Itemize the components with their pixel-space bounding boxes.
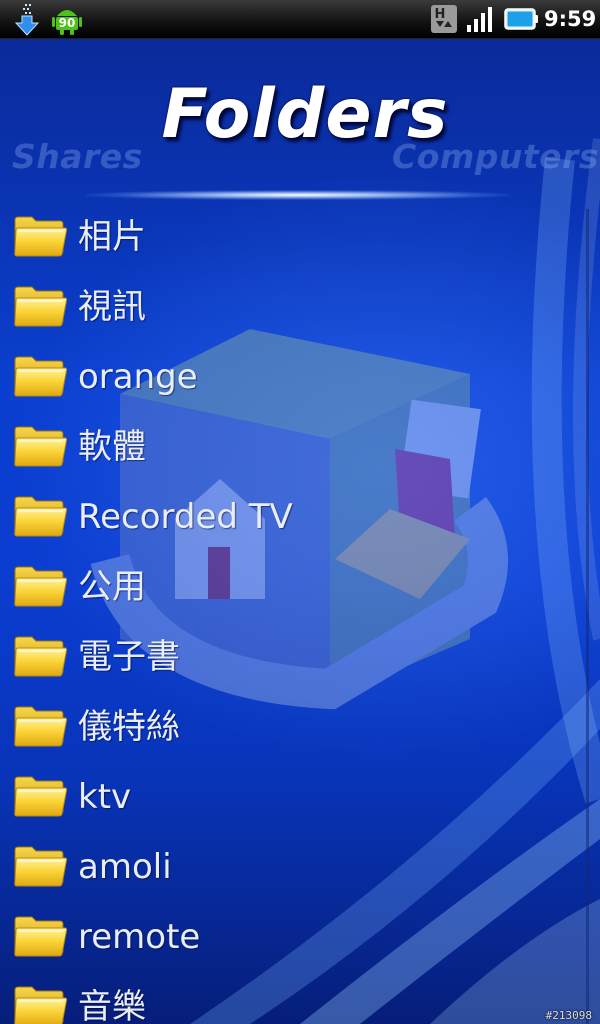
- signal-icon: [466, 0, 496, 38]
- folder-label: 公用: [78, 567, 146, 607]
- folder-icon: [14, 986, 68, 1024]
- folder-label: 相片: [78, 217, 146, 257]
- android-badge-count: 90: [59, 16, 76, 30]
- folder-icon: [14, 356, 68, 397]
- folder-label: ktv: [78, 777, 132, 817]
- folder-item[interactable]: 軟體: [0, 414, 586, 484]
- folder-icon: [14, 776, 68, 817]
- scrollbar[interactable]: [586, 209, 589, 1024]
- folder-label: 儀特絲: [78, 707, 180, 747]
- watermark-text: #213098: [545, 1009, 592, 1022]
- folder-item[interactable]: ktv: [0, 764, 586, 834]
- folder-label: amoli: [78, 847, 172, 887]
- android-notification-icon: 90: [50, 0, 84, 38]
- folder-icon: [14, 216, 68, 257]
- folder-icon: [14, 286, 68, 327]
- folder-item[interactable]: 相片: [0, 204, 586, 274]
- folder-item[interactable]: 音樂: [0, 974, 586, 1024]
- folder-icon: [14, 636, 68, 677]
- folder-item[interactable]: 儀特絲: [0, 694, 586, 764]
- folder-item[interactable]: amoli: [0, 834, 586, 904]
- folder-icon: [14, 496, 68, 537]
- status-clock: 9:59: [544, 7, 597, 31]
- folder-item[interactable]: remote: [0, 904, 586, 974]
- folder-label: Recorded TV: [78, 497, 293, 537]
- folder-label: 軟體: [78, 427, 146, 467]
- status-bar: 90 H 9:59: [0, 0, 600, 39]
- folder-browser-view: Folders Shares Computers 相片 視訊 orange 軟體…: [0, 39, 600, 1024]
- network-type-label: H: [435, 7, 446, 22]
- folder-item[interactable]: 公用: [0, 554, 586, 624]
- folder-icon: [14, 566, 68, 607]
- header-divider: [86, 190, 510, 200]
- folder-label: 視訊: [78, 287, 146, 327]
- battery-icon: [504, 0, 540, 38]
- folder-label: orange: [78, 357, 198, 397]
- folder-item[interactable]: 視訊: [0, 274, 586, 344]
- folder-item[interactable]: 電子書: [0, 624, 586, 694]
- tab-computers[interactable]: Computers: [392, 137, 599, 176]
- folder-list: 相片 視訊 orange 軟體 Recorded TV 公用 電子書 儀特絲 k…: [0, 204, 586, 1024]
- folder-label: 音樂: [78, 987, 146, 1024]
- folder-label: 電子書: [78, 637, 180, 677]
- folder-label: remote: [78, 917, 201, 957]
- tab-shares[interactable]: Shares: [12, 137, 143, 176]
- folder-icon: [14, 706, 68, 747]
- hsdpa-icon: H: [430, 0, 458, 38]
- screen: 90 H 9:59 Folders Shares Computers 相片 視訊…: [0, 0, 600, 1024]
- folder-item[interactable]: orange: [0, 344, 586, 414]
- folder-icon: [14, 846, 68, 887]
- folder-item[interactable]: Recorded TV: [0, 484, 586, 554]
- folder-icon: [14, 426, 68, 467]
- download-icon: [14, 0, 40, 38]
- folder-icon: [14, 916, 68, 957]
